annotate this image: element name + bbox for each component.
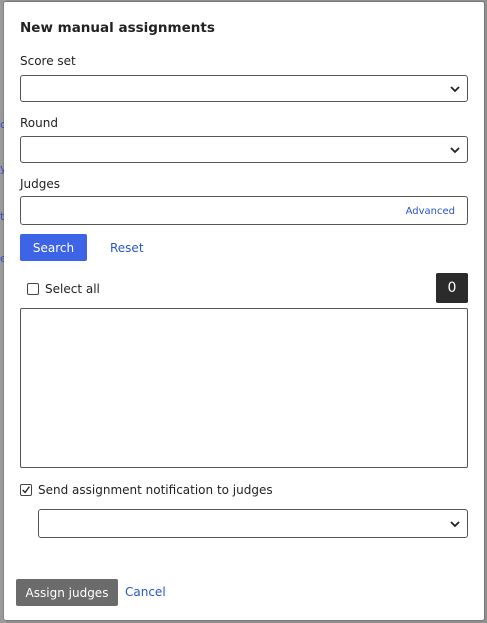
assign-judges-button[interactable]: Assign judges bbox=[16, 579, 118, 606]
score-set-select[interactable] bbox=[20, 75, 468, 102]
cancel-link[interactable]: Cancel bbox=[125, 585, 166, 599]
round-select[interactable] bbox=[20, 136, 468, 163]
judges-search-input[interactable]: Advanced bbox=[20, 196, 468, 225]
score-set-label: Score set bbox=[20, 54, 76, 68]
notify-row[interactable]: Send assignment notification to judges bbox=[20, 483, 273, 497]
round-label: Round bbox=[20, 116, 58, 130]
selected-count-badge: 0 bbox=[436, 273, 468, 303]
judges-label: Judges bbox=[20, 177, 61, 191]
reset-link[interactable]: Reset bbox=[110, 241, 144, 255]
chevron-down-icon bbox=[450, 86, 460, 93]
notification-template-select[interactable] bbox=[38, 509, 468, 538]
checkmark-icon bbox=[22, 486, 30, 494]
search-button[interactable]: Search bbox=[20, 234, 87, 261]
notify-checkbox[interactable] bbox=[20, 484, 32, 496]
select-all-label: Select all bbox=[45, 282, 100, 296]
judges-list[interactable] bbox=[20, 308, 468, 468]
new-assignments-dialog: New manual assignments Score set Round J… bbox=[4, 2, 484, 620]
select-all-row[interactable]: Select all bbox=[27, 282, 100, 296]
dialog-title: New manual assignments bbox=[20, 20, 215, 36]
chevron-down-icon bbox=[450, 147, 460, 154]
advanced-search-link[interactable]: Advanced bbox=[406, 206, 455, 217]
select-all-checkbox[interactable] bbox=[27, 283, 39, 295]
notify-label: Send assignment notification to judges bbox=[38, 483, 273, 497]
chevron-down-icon bbox=[450, 521, 460, 528]
